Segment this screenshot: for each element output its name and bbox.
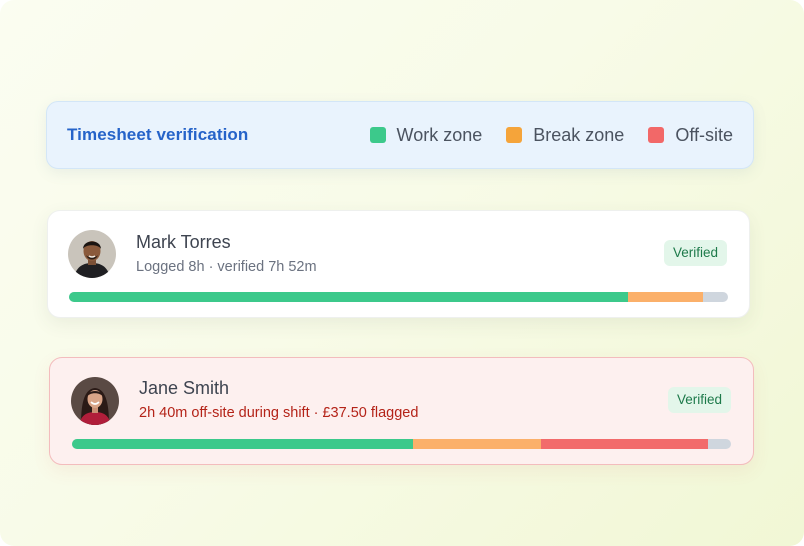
timeline-bar bbox=[69, 292, 728, 302]
legend-item-off-site: Off-site bbox=[648, 125, 733, 146]
legend-label: Work zone bbox=[396, 124, 483, 145]
timesheet-header: Timesheet verification Work zone Break z… bbox=[46, 101, 754, 169]
timeline-bar bbox=[72, 439, 731, 449]
legend-label: Break zone bbox=[533, 124, 625, 145]
employee-name: Mark Torres bbox=[136, 232, 231, 252]
legend-item-break-zone: Break zone bbox=[506, 125, 624, 146]
avatar-icon bbox=[68, 230, 116, 278]
work-zone-segment bbox=[72, 439, 413, 449]
employee-name: Jane Smith bbox=[139, 378, 230, 398]
break-zone-swatch bbox=[506, 127, 523, 143]
avatar-icon bbox=[71, 377, 119, 425]
employee-card-mark-torres[interactable]: Mark Torres Logged 8h · verified 7h 52m … bbox=[47, 210, 750, 318]
page-background: Timesheet verification Work zone Break z… bbox=[0, 0, 804, 546]
off-site-swatch bbox=[648, 127, 665, 143]
employee-card-jane-smith[interactable]: Jane Smith 2h 40m off-site during shift … bbox=[49, 357, 754, 465]
off-site-segment bbox=[540, 439, 708, 449]
legend-label: Off-site bbox=[675, 124, 733, 145]
avatar bbox=[71, 377, 119, 425]
break-zone-segment bbox=[412, 439, 541, 449]
legend: Work zone Break zone Off-site bbox=[369, 124, 733, 146]
status-badge: Verified bbox=[663, 240, 727, 266]
employee-summary: Logged 8h · verified 7h 52m bbox=[136, 259, 317, 275]
work-zone-segment bbox=[69, 292, 628, 302]
avatar bbox=[68, 230, 116, 278]
status-badge: Verified bbox=[667, 387, 731, 413]
work-zone-swatch bbox=[369, 127, 386, 143]
flag-summary: 2h 40m off-site during shift · £37.50 fl… bbox=[139, 405, 419, 421]
break-zone-segment bbox=[627, 292, 703, 302]
page-title: Timesheet verification bbox=[67, 125, 249, 144]
legend-item-work-zone: Work zone bbox=[369, 124, 483, 146]
